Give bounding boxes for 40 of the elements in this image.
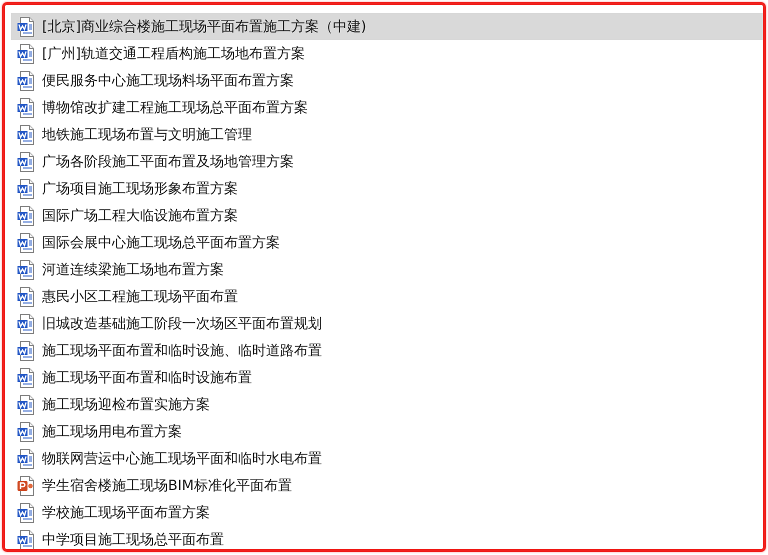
word-document-icon [17,16,35,36]
word-document-icon [17,502,35,522]
word-document-icon [17,178,35,198]
word-document-icon [17,152,35,172]
word-document-icon [17,448,35,468]
word-document-icon [17,530,35,549]
file-item[interactable]: 中学项目施工现场总平面布置 [11,526,763,549]
word-document-icon [17,422,35,442]
file-item[interactable]: 国际广场工程大临设施布置方案 [11,202,763,229]
file-item[interactable]: 地铁施工现场布置与文明施工管理 [11,121,763,148]
word-document-icon [17,70,35,90]
file-item[interactable]: 惠民小区工程施工现场平面布置 [11,283,763,310]
file-item[interactable]: 广场项目施工现场形象布置方案 [11,175,763,202]
word-document-icon [17,314,35,334]
word-document-icon [17,98,35,118]
word-document-icon [17,340,35,360]
file-item[interactable]: [北京]商业综合楼施工现场平面布置施工方案（中建) [11,13,763,40]
word-document-icon [17,394,35,414]
file-item[interactable]: [广州]轨道交通工程盾构施工场地布置方案 [11,40,763,67]
word-document-icon [17,232,35,252]
file-item[interactable]: 施工现场平面布置和临时设施、临时道路布置 [11,337,763,364]
word-document-icon [17,44,35,64]
word-document-icon [17,206,35,226]
file-item[interactable]: 施工现场用电布置方案 [11,418,763,445]
word-document-icon [17,368,35,388]
file-item[interactable]: 国际会展中心施工现场总平面布置方案 [11,229,763,256]
file-item[interactable]: 旧城改造基础施工阶段一次场区平面布置规划 [11,310,763,337]
word-document-icon [17,260,35,280]
file-item[interactable]: 物联网营运中心施工现场平面和临时水电布置 [11,445,763,472]
presentation-document-icon [17,476,35,496]
file-item[interactable]: 学生宿舍楼施工现场BIM标准化平面布置 [11,472,763,499]
word-document-icon [17,286,35,306]
file-item[interactable]: 便民服务中心施工现场料场平面布置方案 [11,67,763,94]
word-document-icon [17,124,35,144]
file-item[interactable]: 学校施工现场平面布置方案 [11,499,763,526]
file-item[interactable]: 博物馆改扩建工程施工现场总平面布置方案 [11,94,763,121]
file-item[interactable]: 施工现场迎检布置实施方案 [11,391,763,418]
file-item[interactable]: 施工现场平面布置和临时设施布置 [11,364,763,391]
file-item[interactable]: 广场各阶段施工平面布置及场地管理方案 [11,148,763,175]
file-item[interactable]: 河道连续梁施工场地布置方案 [11,256,763,283]
